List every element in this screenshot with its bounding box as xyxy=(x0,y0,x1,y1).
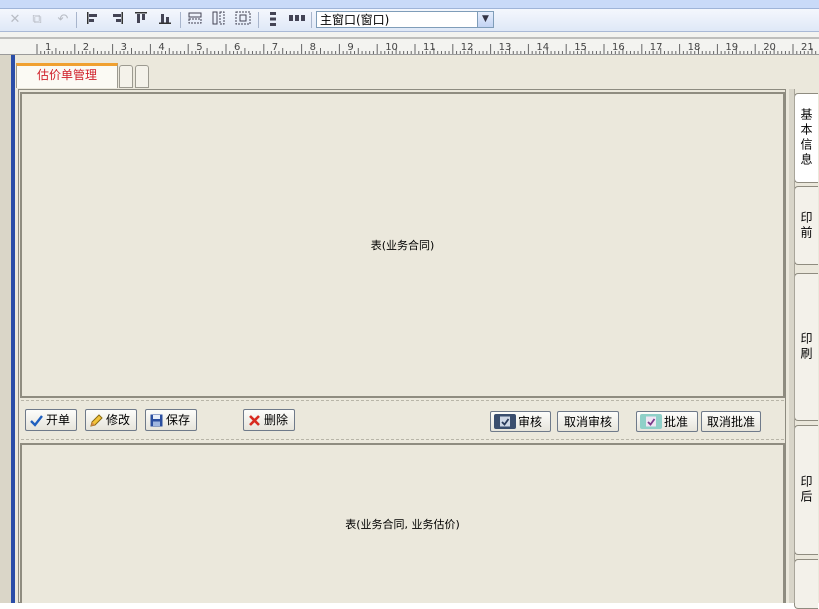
cancel-review-label: 取消审核 xyxy=(563,414,612,429)
copy-icon[interactable]: ⧉ xyxy=(28,11,46,29)
ruler-label: 5 xyxy=(196,42,202,53)
left-selection-border xyxy=(11,55,15,603)
ruler-label: 20 xyxy=(763,42,776,53)
horizontal-ruler: 1 2 3 4 5 6 7 8 9 10 11 12 13 14 15 16 17 18 19 20 21 xyxy=(0,32,819,55)
cancel-review-button[interactable]: 取消审核 xyxy=(557,411,619,432)
cancel-approve-label: 取消批准 xyxy=(706,414,755,429)
same-size-icon[interactable] xyxy=(234,11,252,29)
side-tab-printing-label: 印刷 xyxy=(799,332,813,362)
review-button[interactable]: 审核 xyxy=(490,411,551,432)
contract-table-panel[interactable]: 表(业务合同) xyxy=(20,92,785,398)
contract-estimate-table-label: 表(业务合同, 业务估价) xyxy=(345,518,460,531)
delete-label: 删除 xyxy=(264,413,289,427)
approve-button[interactable]: 批准 xyxy=(636,411,698,432)
ruler-label: 7 xyxy=(272,42,278,53)
action-button-bar: 开单 修改 保存 删除 审核 取消审核 批准 取消批准 xyxy=(21,400,784,440)
ruler-label: 2 xyxy=(83,42,89,53)
side-tab-more[interactable] xyxy=(794,559,818,609)
align-left-icon[interactable] xyxy=(84,11,102,29)
contract-estimate-table-panel[interactable]: 表(业务合同, 业务估价) xyxy=(20,443,785,603)
side-tab-prepress-label: 印前 xyxy=(799,210,813,241)
save-label: 保存 xyxy=(166,413,191,427)
toolbar: ✕ ⧉ ↶ 主窗口(窗口) ▼ xyxy=(0,9,819,32)
ruler-label: 13 xyxy=(499,42,512,53)
align-right-icon[interactable] xyxy=(108,11,126,29)
side-tab-printing[interactable]: 印刷 xyxy=(794,273,818,421)
same-width-icon[interactable] xyxy=(186,11,204,29)
tab-blank-2[interactable] xyxy=(135,65,149,88)
ruler-label: 21 xyxy=(801,42,814,53)
ruler-ticks: 1 2 3 4 5 6 7 8 9 10 11 12 13 14 15 16 17 18 19 20 21 xyxy=(0,37,819,54)
ruler-label: 17 xyxy=(650,42,663,53)
ruler-label: 9 xyxy=(347,42,353,53)
toolbar-separator xyxy=(311,12,312,28)
check-icon xyxy=(29,413,44,428)
ruler-label: 18 xyxy=(688,42,701,53)
same-height-icon[interactable] xyxy=(210,11,228,29)
floppy-disk-icon xyxy=(149,413,164,428)
ruler-label: 14 xyxy=(536,42,549,53)
side-tab-postpress-label: 印后 xyxy=(799,475,813,505)
ruler-label: 11 xyxy=(423,42,436,53)
ruler-label: 3 xyxy=(121,42,127,53)
pencil-icon xyxy=(89,413,104,428)
window-select[interactable]: 主窗口(窗口) ▼ xyxy=(316,11,494,28)
ruler-label: 6 xyxy=(234,42,240,53)
tab-estimate-management[interactable]: 估价单管理 xyxy=(16,63,118,88)
align-bottom-icon[interactable] xyxy=(156,11,174,29)
cancel-approve-button[interactable]: 取消批准 xyxy=(701,411,761,432)
ruler-label: 12 xyxy=(461,42,474,53)
toolbar-separator xyxy=(258,12,259,28)
ruler-label: 1 xyxy=(45,42,51,53)
save-button[interactable]: 保存 xyxy=(145,409,197,431)
chevron-down-icon[interactable]: ▼ xyxy=(477,12,493,27)
review-check-icon xyxy=(494,414,516,429)
contract-table-label: 表(业务合同) xyxy=(370,239,435,252)
ruler-label: 8 xyxy=(310,42,316,53)
ruler-label: 16 xyxy=(612,42,625,53)
right-divider xyxy=(789,89,795,603)
ruler-label: 15 xyxy=(574,42,587,53)
edit-label: 修改 xyxy=(106,413,131,427)
toolbar-separator xyxy=(76,12,77,28)
ruler-label: 19 xyxy=(725,42,738,53)
delete-button[interactable]: 删除 xyxy=(243,409,295,431)
align-top-icon[interactable] xyxy=(132,11,150,29)
horizontal-spacing-icon[interactable] xyxy=(288,11,306,29)
tab-blank-1[interactable] xyxy=(119,65,133,88)
side-tab-postpress[interactable]: 印后 xyxy=(794,425,818,555)
toolbar-separator xyxy=(180,12,181,28)
window-top-strip xyxy=(0,0,819,9)
delete-x-icon xyxy=(247,413,262,428)
new-order-label: 开单 xyxy=(46,413,71,427)
tab-label: 估价单管理 xyxy=(36,68,97,82)
approve-label: 批准 xyxy=(664,414,689,429)
side-tab-basic-info[interactable]: 基本信息 xyxy=(794,93,818,183)
edit-button[interactable]: 修改 xyxy=(85,409,137,431)
review-label: 审核 xyxy=(518,414,543,429)
side-tab-prepress[interactable]: 印前 xyxy=(794,186,818,265)
undo-icon[interactable]: ↶ xyxy=(54,11,72,29)
new-order-button[interactable]: 开单 xyxy=(25,409,77,431)
ruler-label: 4 xyxy=(158,42,164,53)
ruler-label: 10 xyxy=(385,42,398,53)
window-select-value: 主窗口(窗口) xyxy=(320,13,390,27)
left-margin-bar xyxy=(0,55,11,603)
side-tab-basic-info-label: 基本信息 xyxy=(799,108,813,168)
vertical-spacing-icon[interactable] xyxy=(264,11,282,29)
approve-check-icon xyxy=(640,414,662,429)
cut-icon[interactable]: ✕ xyxy=(6,11,24,29)
